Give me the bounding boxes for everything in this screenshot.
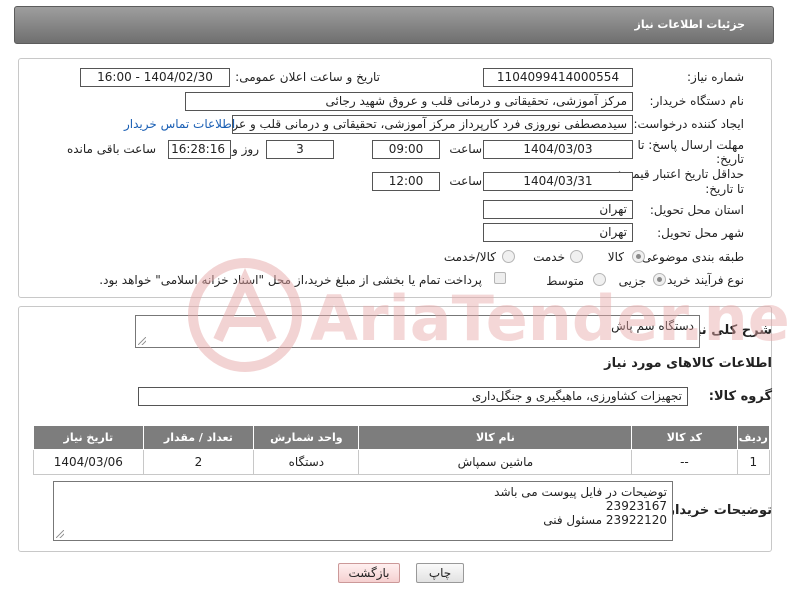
buyer-notes-field: توضیحات در فایل پیوست می باشد 23923167 2… — [53, 481, 673, 541]
validity-time-label: ساعت — [449, 174, 482, 188]
cell-row-number: 1 — [736, 449, 771, 475]
city-field: تهران — [483, 223, 633, 242]
buyer-org-field: مرکز آموزشی، تحقیقاتی و درمانی قلب و عرو… — [185, 92, 633, 111]
col-quantity: تعداد / مقدار — [142, 425, 255, 450]
deadline-time-label: ساعت — [449, 142, 482, 156]
category-goods-service-radio[interactable] — [502, 250, 515, 263]
cell-quantity: 2 — [142, 449, 255, 475]
province-field: تهران — [483, 200, 633, 219]
city-label: شهر محل تحویل: — [657, 226, 744, 240]
goods-group-label: گروه کالا: — [708, 389, 772, 404]
province-label: استان محل تحویل: — [649, 203, 744, 217]
validity-date-field: 1404/03/31 — [483, 172, 633, 191]
col-item-name: نام کالا — [358, 425, 633, 450]
buyer-org-label: نام دستگاه خریدار: — [649, 94, 745, 108]
category-label: طبقه بندی موضوعی: — [637, 250, 744, 264]
need-number-field: 1104099414000554 — [483, 68, 633, 87]
col-unit: واحد شمارش — [253, 425, 360, 450]
process-minor-label: جزیی — [618, 274, 646, 288]
category-goods-label: کالا — [607, 250, 624, 264]
category-goods-radio[interactable] — [632, 250, 645, 263]
resize-handle-icon[interactable] — [138, 337, 146, 345]
resize-handle-icon[interactable] — [56, 530, 64, 538]
validity-label: حداقل تاریخ اعتبار قیمت: — [617, 167, 744, 181]
print-button[interactable]: چاپ — [416, 563, 464, 583]
days-label: روز و — [232, 142, 259, 156]
category-service-radio[interactable] — [570, 250, 583, 263]
process-medium-radio[interactable] — [593, 273, 606, 286]
deadline-label: مهلت ارسال پاسخ: تا — [637, 138, 744, 152]
page-header: جزئیات اطلاعات نیاز — [14, 6, 774, 44]
validity-label-date: تا تاریخ: — [705, 182, 744, 196]
time-remaining-label: ساعت باقی مانده — [66, 142, 156, 156]
items-heading: اطلاعات کالاهای مورد نیاز — [604, 356, 772, 371]
process-minor-radio[interactable] — [653, 273, 666, 286]
page-title: جزئیات اطلاعات نیاز — [634, 18, 746, 31]
days-remaining-field: 3 — [266, 140, 334, 159]
cell-unit: دستگاه — [253, 449, 360, 475]
creator-label: ایجاد کننده درخواست: — [633, 117, 744, 131]
goods-group-field: تجهیزات کشاورزی، ماهیگیری و جنگل‌داری — [138, 387, 688, 406]
announce-date-label: تاریخ و ساعت اعلان عمومی: — [235, 70, 380, 84]
treasury-payment-note: پرداخت تمام یا بخشی از مبلغ خرید،از محل … — [99, 273, 482, 287]
buyer-notes-label: توضیحات خریدار: — [662, 503, 772, 518]
deadline-date-field: 1404/03/03 — [483, 140, 633, 159]
creator-field: سیدمصطفی نوروزی فرد کارپرداز مرکز آموزشی… — [232, 115, 633, 134]
validity-time-field: 12:00 — [372, 172, 440, 191]
deadline-label-date: تاریخ: — [716, 152, 744, 166]
announce-date-field: 1404/02/30 - 16:00 — [80, 68, 230, 87]
process-type-label: نوع فرآیند خرید : — [659, 273, 744, 287]
items-table: ردیف کد کالا نام کالا واحد شمارش تعداد /… — [33, 425, 771, 475]
description-text: دستگاه سم پاش — [611, 319, 694, 333]
cell-item-name: ماشین سمپاش — [358, 449, 633, 475]
back-button[interactable]: بازگشت — [338, 563, 400, 583]
buyer-notes-line: توضیحات در فایل پیوست می باشد — [494, 485, 667, 499]
col-need-date: تاریخ نیاز — [33, 425, 144, 450]
col-item-code: کد کالا — [631, 425, 738, 450]
cell-item-code: -- — [631, 449, 738, 475]
col-row-number: ردیف — [736, 425, 771, 450]
buyer-contact-link[interactable]: اطلاعات تماس خریدار — [124, 117, 235, 131]
category-service-label: خدمت — [533, 250, 565, 264]
table-row: 1 -- ماشین سمپاش دستگاه 2 1404/03/06 — [33, 449, 771, 475]
table-header-row: ردیف کد کالا نام کالا واحد شمارش تعداد /… — [33, 425, 771, 450]
deadline-time-field: 09:00 — [372, 140, 440, 159]
treasury-payment-checkbox[interactable] — [494, 272, 506, 284]
process-medium-label: متوسط — [546, 274, 584, 288]
category-goods-service-label: کالا/خدمت — [443, 250, 496, 264]
description-field: دستگاه سم پاش — [135, 315, 700, 348]
cell-need-date: 1404/03/06 — [33, 449, 144, 475]
buyer-notes-line: 23923167 — [605, 499, 667, 513]
time-remaining-field: 16:28:16 — [168, 140, 231, 159]
need-number-label: شماره نیاز: — [687, 70, 744, 84]
buyer-notes-line: 23922120 مسئول فنی — [543, 513, 667, 527]
